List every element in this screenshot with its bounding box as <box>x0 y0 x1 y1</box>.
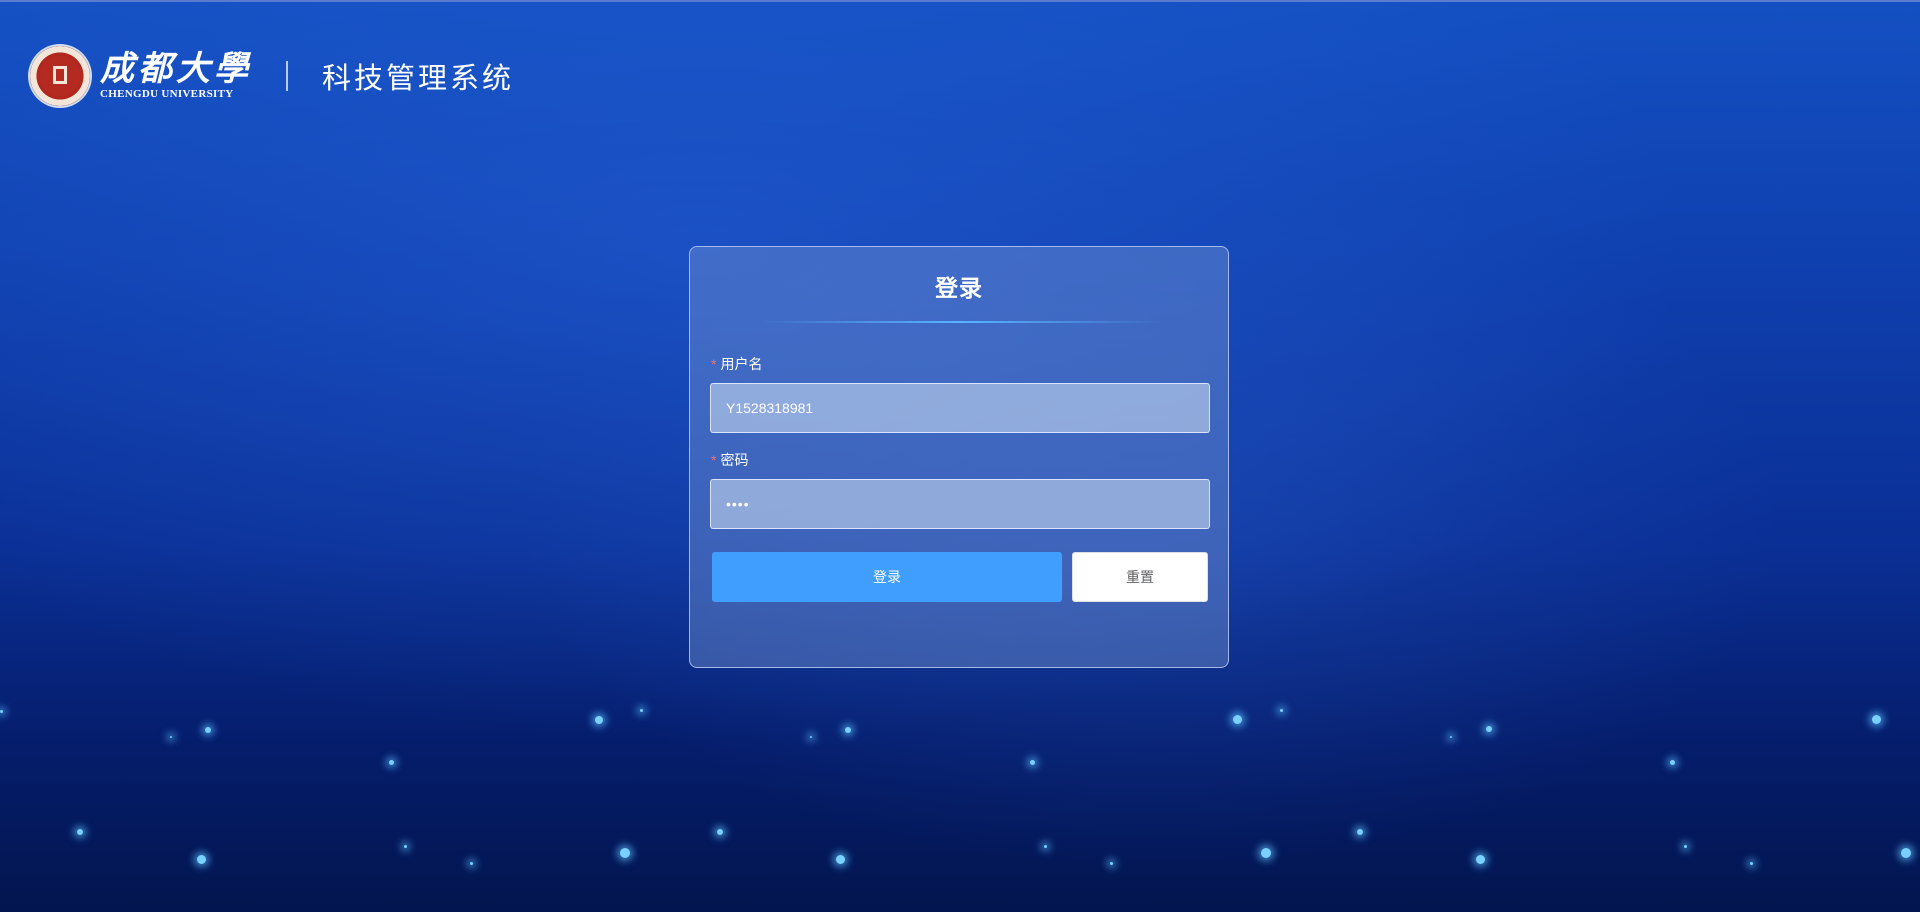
password-input[interactable] <box>710 479 1210 529</box>
particle <box>77 829 83 835</box>
particle <box>197 855 206 864</box>
username-input[interactable] <box>710 383 1210 433</box>
header: 成都大學 CHENGDU UNIVERSITY 科技管理系统 <box>30 46 514 106</box>
particle <box>1872 715 1881 724</box>
university-name-cn: 成都大學 <box>100 49 252 89</box>
particle <box>1670 760 1675 765</box>
particle <box>1280 709 1283 712</box>
university-name: 成都大學 CHENGDU UNIVERSITY <box>100 51 252 101</box>
login-button[interactable]: 登录 <box>712 552 1062 602</box>
particle <box>1476 855 1485 864</box>
password-label: * 密码 <box>711 450 748 470</box>
particle <box>640 709 643 712</box>
required-mark: * <box>711 452 717 468</box>
username-label-text: 用户名 <box>720 356 763 372</box>
particle <box>1233 715 1242 724</box>
particle <box>0 710 3 713</box>
particle <box>170 736 172 738</box>
particle <box>1750 862 1753 865</box>
particle <box>836 855 845 864</box>
university-seal-logo <box>30 46 90 106</box>
system-title: 科技管理系统 <box>322 61 515 95</box>
university-name-en: CHENGDU UNIVERSITY <box>100 88 234 100</box>
particle <box>1030 760 1035 765</box>
particle <box>1486 726 1492 732</box>
particle <box>845 727 851 733</box>
login-card: 登录 *用户名 *密码 登录 重置 <box>689 246 1229 668</box>
required-mark: * <box>711 356 717 372</box>
particle <box>595 716 603 724</box>
top-border-line <box>0 0 1920 2</box>
particle <box>404 845 407 848</box>
particle <box>1357 829 1363 835</box>
particle <box>1110 862 1113 865</box>
reset-button[interactable]: 重置 <box>1072 552 1208 602</box>
particle <box>810 736 812 738</box>
particle <box>1901 848 1911 858</box>
particle <box>389 760 394 765</box>
title-underline <box>758 321 1162 323</box>
particle <box>1684 845 1687 848</box>
particle <box>1044 845 1047 848</box>
header-divider <box>286 61 288 91</box>
login-title: 登录 <box>935 275 983 301</box>
particle <box>1261 848 1271 858</box>
username-label: * 用户名 <box>711 354 762 374</box>
particle <box>205 727 211 733</box>
particle <box>470 862 473 865</box>
particle <box>1450 736 1452 738</box>
password-label-text: 密码 <box>720 452 749 468</box>
particle <box>620 848 630 858</box>
particle <box>717 829 723 835</box>
